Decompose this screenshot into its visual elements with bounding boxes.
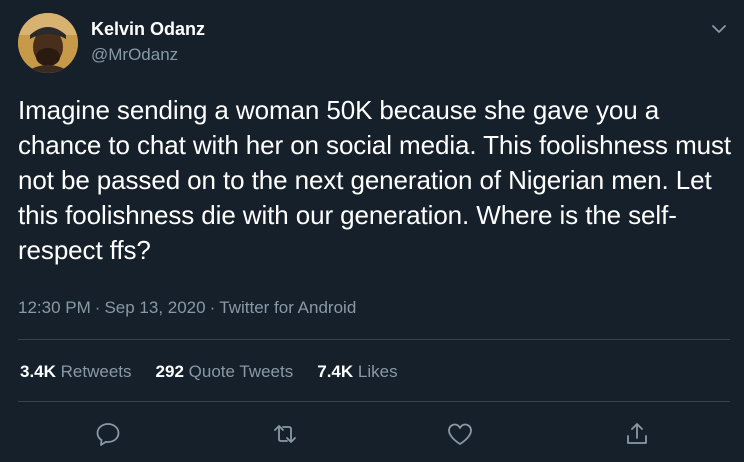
quote-tweets-count: 292 — [155, 362, 184, 381]
tweet-stats: 3.4K Retweets 292 Quote Tweets 7.4K Like… — [20, 362, 398, 382]
divider — [18, 401, 730, 402]
likes-count: 7.4K — [317, 362, 354, 381]
reply-icon[interactable] — [93, 419, 123, 449]
likes-label: Likes — [357, 362, 398, 381]
retweets-count: 3.4K — [20, 362, 56, 381]
tweet-time[interactable]: 12:30 PM — [18, 298, 91, 317]
quote-tweets-label: Quote Tweets — [188, 362, 294, 381]
author-name[interactable]: Kelvin Odanz — [91, 19, 205, 40]
tweet-source[interactable]: Twitter for Android — [219, 298, 356, 317]
tweet-text: Imagine sending a woman 50K because she … — [18, 95, 732, 265]
tweet-card: Kelvin Odanz @MrOdanz Imagine sending a … — [0, 0, 744, 462]
retweet-icon[interactable] — [270, 419, 300, 449]
avatar[interactable] — [18, 13, 78, 73]
author-handle[interactable]: @MrOdanz — [91, 45, 178, 65]
quote-tweets-stat[interactable]: 292 Quote Tweets — [156, 362, 294, 382]
meta-separator: · — [209, 298, 216, 317]
likes-stat[interactable]: 7.4K Likes — [317, 362, 397, 382]
chevron-down-icon[interactable] — [708, 18, 730, 40]
share-icon[interactable] — [622, 419, 652, 449]
tweet-meta: 12:30 PM · Sep 13, 2020 · Twitter for Androi… — [18, 298, 356, 318]
heart-icon[interactable] — [445, 419, 475, 449]
tweet-date[interactable]: Sep 13, 2020 — [104, 298, 205, 317]
retweets-stat[interactable]: 3.4K Retweets — [20, 362, 132, 382]
meta-separator: · — [94, 298, 101, 317]
retweets-label: Retweets — [60, 362, 132, 381]
divider — [18, 339, 730, 340]
action-bar — [0, 419, 744, 449]
